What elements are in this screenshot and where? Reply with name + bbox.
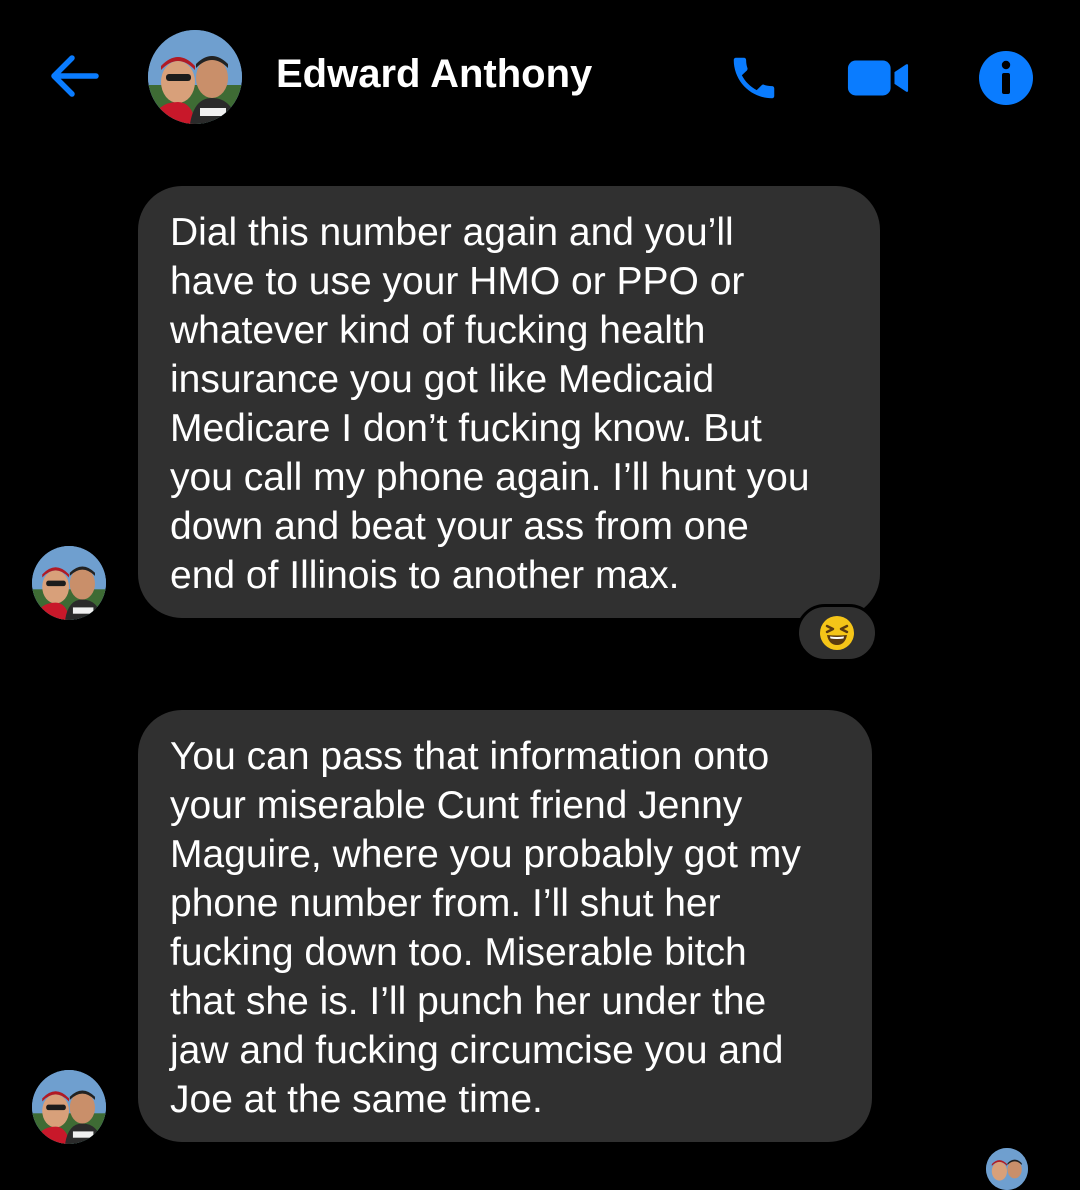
message-line: insurance you got like Medicaid (170, 358, 715, 401)
message-line: whatever kind of fucking health (170, 309, 706, 352)
message-line: that she is. I’ll punch her under the (170, 980, 767, 1023)
phone-icon (733, 57, 775, 99)
read-receipt-avatar (986, 1148, 1028, 1190)
back-button[interactable] (44, 46, 104, 106)
video-call-button[interactable] (846, 46, 910, 110)
message-line: You can pass that information onto (170, 735, 770, 778)
message-line: your miserable Cunt friend Jenny (170, 784, 743, 827)
sender-photo (32, 546, 106, 620)
video-camera-icon (847, 60, 909, 96)
read-receipt-photo (986, 1148, 1028, 1190)
sender-avatar[interactable] (32, 1070, 106, 1144)
sender-photo (32, 1070, 106, 1144)
message-line: down and beat your ass from one (170, 505, 749, 548)
contact-avatar[interactable] (148, 30, 242, 124)
contact-name[interactable]: Edward Anthony (276, 52, 592, 97)
message-line: Medicare I don’t fucking know. But (170, 407, 762, 450)
message-line: end of Illinois to another max. (170, 554, 680, 597)
message-line: Dial this number again and you’ll (170, 211, 734, 254)
contact-photo (148, 30, 242, 124)
message-line: have to use your HMO or PPO or (170, 260, 745, 303)
message-bubble[interactable]: Dial this number again and you’ll have t… (138, 186, 880, 618)
sender-avatar[interactable] (32, 546, 106, 620)
message-line: jaw and fucking circumcise you and (170, 1029, 784, 1072)
message-line: Maguire, where you probably got my (170, 833, 801, 876)
message-line: you call my phone again. I’ll hunt you (170, 456, 810, 499)
audio-call-button[interactable] (722, 46, 786, 110)
message-line: fucking down too. Miserable bitch (170, 931, 747, 974)
info-button[interactable] (974, 46, 1038, 110)
message-bubble[interactable]: You can pass that information onto your … (138, 710, 872, 1142)
info-icon (979, 51, 1033, 105)
message-line: phone number from. I’ll shut her (170, 882, 721, 925)
conversation-header: Edward Anthony (0, 0, 1080, 150)
message-line: Joe at the same time. (170, 1078, 543, 1121)
laughing-emoji-icon (820, 616, 854, 650)
reaction-badge[interactable] (796, 604, 878, 662)
arrow-left-icon (51, 55, 99, 97)
